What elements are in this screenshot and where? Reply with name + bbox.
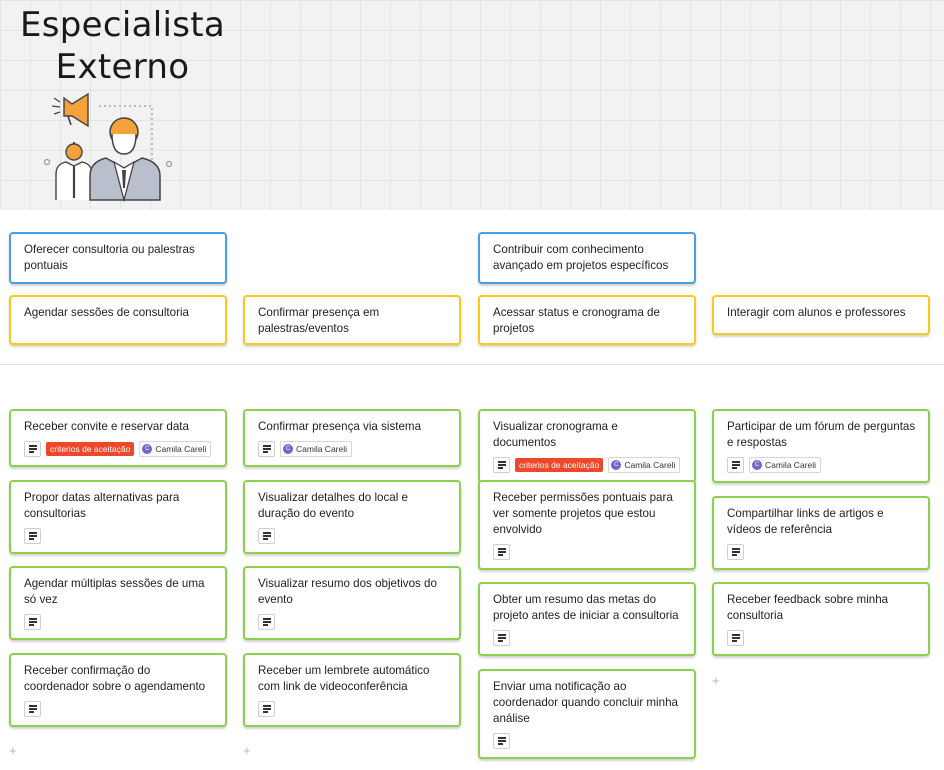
goal-card[interactable]: Contribuir com conhecimento avançado em … (478, 232, 696, 284)
description-lines-icon[interactable] (493, 733, 510, 749)
story-text: Receber feedback sobre minha consultoria (727, 593, 889, 622)
assignee-name: Camila Careli (155, 444, 207, 454)
description-lines-icon[interactable] (258, 614, 275, 630)
story-meta: criterios de aceitação C Camila Careli (24, 441, 213, 457)
story-card[interactable]: Receber confirmação do coordenador sobre… (9, 653, 227, 727)
story-card[interactable]: Receber convite e reservar data criterio… (9, 409, 227, 467)
description-lines-icon[interactable] (24, 701, 41, 717)
activity-card[interactable]: Confirmar presença em palestras/eventos (243, 295, 461, 345)
description-lines-icon[interactable] (24, 441, 41, 457)
acceptance-criteria-tag[interactable]: criterios de aceitação (46, 442, 135, 456)
story-card[interactable]: Participar de um fórum de perguntas e re… (712, 409, 930, 483)
description-lines-icon[interactable] (727, 544, 744, 560)
activity-text: Acessar status e cronograma de projetos (493, 306, 660, 335)
megaphone-people-illustration (44, 92, 173, 202)
assignee-chip[interactable]: C Camila Careli (280, 441, 353, 457)
add-card-button[interactable]: + (243, 744, 251, 757)
story-text: Agendar múltiplas sessões de uma só vez (24, 577, 205, 606)
description-lines-icon[interactable] (493, 544, 510, 560)
story-meta: criterios de aceitação C Camila Careli (493, 457, 682, 473)
activity-card[interactable]: Agendar sessões de consultoria (9, 295, 227, 345)
story-meta: C Camila Careli (727, 457, 916, 473)
description-lines-icon[interactable] (727, 457, 744, 473)
activity-text: Confirmar presença em palestras/eventos (258, 306, 380, 335)
goal-card[interactable]: Oferecer consultoria ou palestras pontua… (9, 232, 227, 284)
story-meta: C Camila Careli (258, 441, 447, 457)
story-text: Obter um resumo das metas do projeto ant… (493, 593, 679, 622)
avatar: C (283, 444, 293, 454)
activity-card[interactable]: Interagir com alunos e professores (712, 295, 930, 335)
add-card-button[interactable]: + (9, 744, 17, 757)
goal-text: Contribuir com conhecimento avançado em … (493, 243, 669, 272)
description-lines-icon[interactable] (24, 614, 41, 630)
story-card[interactable]: Receber um lembrete automático com link … (243, 653, 461, 727)
story-card[interactable]: Receber feedback sobre minha consultoria (712, 582, 930, 656)
story-text: Receber convite e reservar data (24, 420, 189, 433)
story-text: Receber confirmação do coordenador sobre… (24, 664, 206, 693)
story-card[interactable]: Visualizar detalhes do local e duração d… (243, 480, 461, 554)
row-divider (0, 364, 944, 365)
add-card-button[interactable]: + (712, 674, 720, 687)
assignee-name: Camila Careli (624, 460, 676, 470)
assignee-chip[interactable]: C Camila Careli (749, 457, 822, 473)
description-lines-icon[interactable] (258, 441, 275, 457)
story-card[interactable]: Enviar uma notificação ao coordenador qu… (478, 669, 696, 759)
story-text: Visualizar resumo dos objetivos do event… (258, 577, 437, 606)
activity-text: Agendar sessões de consultoria (24, 306, 189, 319)
story-text: Propor datas alternativas para consultor… (24, 491, 180, 520)
persona-title: Especialista Externo (20, 4, 225, 88)
description-lines-icon[interactable] (258, 528, 275, 544)
description-lines-icon[interactable] (727, 630, 744, 646)
acceptance-criteria-tag[interactable]: criterios de aceitação (515, 458, 604, 472)
persona-title-line2: Externo (55, 47, 190, 87)
story-card[interactable]: Agendar múltiplas sessões de uma só vez (9, 566, 227, 640)
story-card[interactable]: Visualizar cronograma e documentos crite… (478, 409, 696, 483)
persona-title-line1: Especialista (20, 5, 226, 45)
story-text: Receber permissões pontuais para ver som… (493, 491, 673, 536)
story-card[interactable]: Compartilhar links de artigos e vídeos d… (712, 496, 930, 570)
story-text: Participar de um fórum de perguntas e re… (727, 420, 916, 449)
story-card[interactable]: Confirmar presença via sistema C Camila … (243, 409, 461, 467)
story-card[interactable]: Receber permissões pontuais para ver som… (478, 480, 696, 570)
story-card[interactable]: Visualizar resumo dos objetivos do event… (243, 566, 461, 640)
assignee-chip[interactable]: C Camila Careli (139, 441, 212, 457)
goal-text: Oferecer consultoria ou palestras pontua… (24, 243, 195, 272)
assignee-name: Camila Careli (296, 444, 348, 454)
story-card[interactable]: Propor datas alternativas para consultor… (9, 480, 227, 554)
description-lines-icon[interactable] (24, 528, 41, 544)
avatar: C (142, 444, 153, 454)
assignee-name: Camila Careli (765, 460, 817, 470)
activity-card[interactable]: Acessar status e cronograma de projetos (478, 295, 696, 345)
description-lines-icon[interactable] (493, 630, 510, 646)
description-lines-icon[interactable] (493, 457, 510, 473)
avatar: C (752, 460, 762, 470)
story-text: Compartilhar links de artigos e vídeos d… (727, 507, 884, 536)
description-lines-icon[interactable] (258, 701, 275, 717)
activity-text: Interagir com alunos e professores (727, 306, 906, 319)
story-text: Confirmar presença via sistema (258, 420, 422, 433)
assignee-chip[interactable]: C Camila Careli (608, 457, 681, 473)
avatar: C (611, 460, 622, 470)
board-header: Especialista Externo (0, 0, 944, 210)
story-card[interactable]: Obter um resumo das metas do projeto ant… (478, 582, 696, 656)
story-text: Receber um lembrete automático com link … (258, 664, 430, 693)
story-text: Visualizar detalhes do local e duração d… (258, 491, 408, 520)
story-text: Visualizar cronograma e documentos (493, 420, 618, 449)
story-text: Enviar uma notificação ao coordenador qu… (493, 680, 678, 725)
